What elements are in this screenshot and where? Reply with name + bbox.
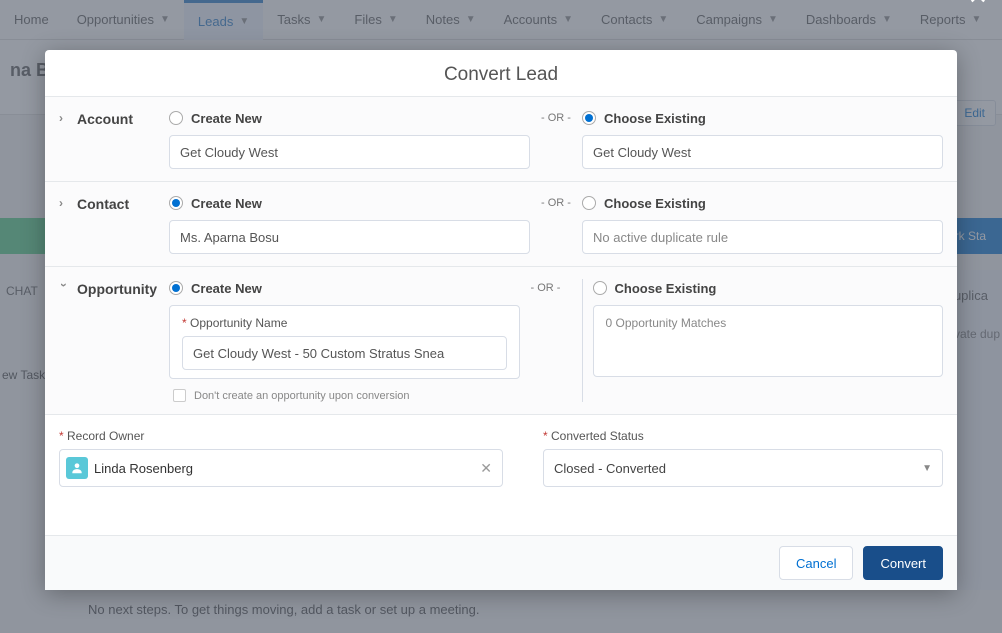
radio-icon: [169, 281, 183, 295]
chevron-down-icon: ▼: [922, 463, 932, 474]
modal-footer: Cancel Convert: [45, 535, 957, 590]
or-separator: - OR -: [520, 277, 572, 294]
vertical-divider: [582, 279, 583, 402]
radio-icon: [582, 196, 596, 210]
opportunity-name-input[interactable]: [182, 336, 507, 370]
converted-status-select[interactable]: Closed - Converted ▼: [543, 449, 943, 487]
section-opportunity: › Opportunity Create New * Opportunity N…: [45, 267, 957, 415]
checkbox-icon: [173, 389, 186, 402]
convert-lead-modal: Convert Lead › Account Create New - OR -…: [45, 50, 957, 590]
or-separator: - OR -: [530, 192, 582, 209]
radio-icon: [582, 111, 596, 125]
modal-title: Convert Lead: [45, 50, 957, 96]
contact-create-input[interactable]: [169, 220, 530, 254]
contact-create-radio[interactable]: Create New: [169, 192, 530, 214]
converted-status-value: Closed - Converted: [554, 461, 666, 476]
account-create-input[interactable]: [169, 135, 530, 169]
section-contact-toggle[interactable]: › Contact: [59, 192, 169, 254]
opportunity-create-radio[interactable]: Create New: [169, 277, 520, 299]
opportunity-name-label: * Opportunity Name: [182, 316, 507, 330]
chevron-right-icon: ›: [59, 111, 69, 125]
convert-button[interactable]: Convert: [863, 546, 943, 580]
opportunity-choose-radio[interactable]: Choose Existing: [593, 277, 944, 299]
skip-opportunity-checkbox[interactable]: Don't create an opportunity upon convers…: [169, 389, 520, 402]
radio-icon: [169, 196, 183, 210]
account-choose-input[interactable]: [582, 135, 943, 169]
opportunity-create-box: * Opportunity Name: [169, 305, 520, 379]
radio-icon: [169, 111, 183, 125]
clear-icon[interactable]: ✕: [476, 460, 496, 477]
section-opportunity-toggle[interactable]: › Opportunity: [59, 277, 169, 402]
chevron-down-icon: ›: [57, 283, 71, 293]
record-owner-label: * Record Owner: [59, 429, 503, 443]
chevron-right-icon: ›: [59, 196, 69, 210]
account-choose-radio[interactable]: Choose Existing: [582, 107, 943, 129]
contact-choose-radio[interactable]: Choose Existing: [582, 192, 943, 214]
converted-status-label: * Converted Status: [543, 429, 943, 443]
account-create-radio[interactable]: Create New: [169, 107, 530, 129]
opportunity-matches-box: 0 Opportunity Matches: [593, 305, 944, 377]
contact-choose-input[interactable]: [582, 220, 943, 254]
section-account-toggle[interactable]: › Account: [59, 107, 169, 169]
record-owner-value: Linda Rosenberg: [94, 461, 193, 476]
radio-icon: [593, 281, 607, 295]
section-account: › Account Create New - OR - Choose Exist…: [45, 96, 957, 182]
section-contact: › Contact Create New - OR - Choose Exist…: [45, 182, 957, 267]
record-owner-lookup[interactable]: Linda Rosenberg ✕: [59, 449, 503, 487]
modal-bottom-fields: * Record Owner Linda Rosenberg ✕ * Conve…: [45, 415, 957, 497]
person-icon: [66, 457, 88, 479]
or-separator: - OR -: [530, 107, 582, 124]
cancel-button[interactable]: Cancel: [779, 546, 853, 580]
close-icon[interactable]: ✕: [968, 0, 988, 11]
